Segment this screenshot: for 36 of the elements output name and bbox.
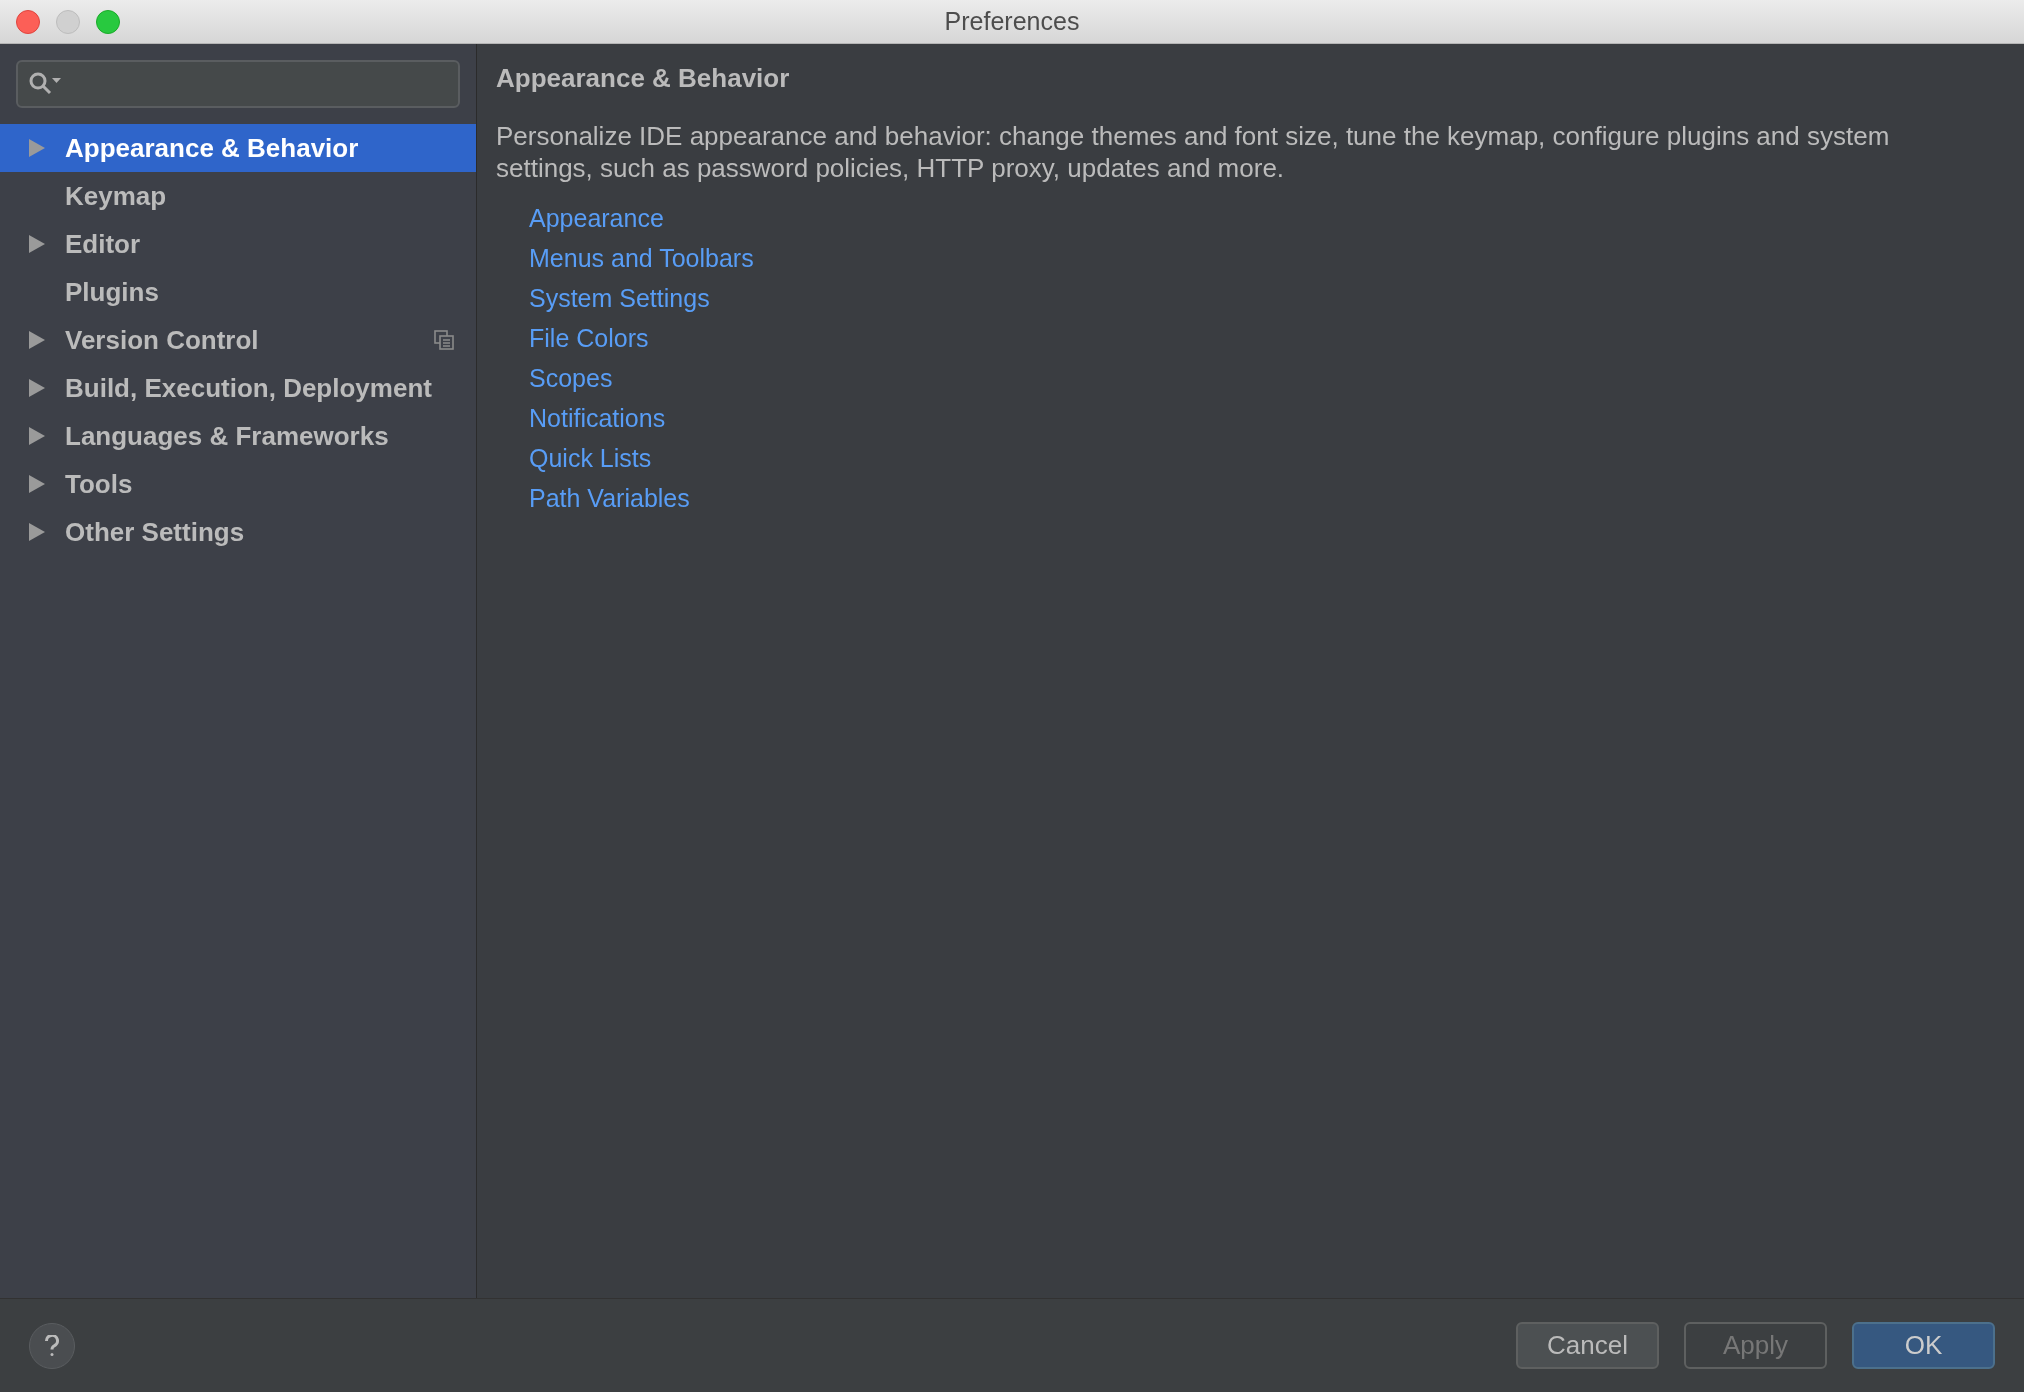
sidebar-item[interactable]: Keymap — [0, 172, 476, 220]
zoom-button[interactable] — [96, 9, 120, 34]
expand-triangle-icon[interactable] — [29, 379, 45, 397]
help-button[interactable] — [29, 1322, 75, 1369]
description-text: Personalize IDE appearance and behavior: change themes and font size, tune the keymap, configure plugins and system settings, such as password policies, HTTP proxy, updates and more. — [496, 120, 1891, 184]
expand-triangle-icon[interactable] — [29, 331, 45, 349]
copy-icon — [434, 330, 454, 350]
search-icon — [28, 71, 62, 97]
sidebar-item[interactable]: Other Settings — [0, 508, 476, 556]
sidebar-item[interactable]: Plugins — [0, 268, 476, 316]
page-heading: Appearance & Behavior — [496, 62, 791, 95]
settings-link[interactable]: Notifications — [529, 398, 666, 438]
window-title: Preferences — [944, 5, 1080, 37]
sidebar-item[interactable]: Appearance & Behavior — [0, 124, 476, 172]
expand-triangle-icon[interactable] — [29, 475, 45, 493]
sidebar-item[interactable]: Version Control — [0, 316, 476, 364]
settings-link[interactable]: Menus and Toolbars — [529, 238, 754, 278]
expand-triangle-icon[interactable] — [29, 235, 45, 253]
expand-triangle-icon[interactable] — [29, 523, 45, 541]
expand-triangle-icon[interactable] — [29, 427, 45, 445]
close-button[interactable] — [16, 9, 40, 34]
settings-link[interactable]: System Settings — [529, 278, 710, 318]
settings-link[interactable]: Path Variables — [529, 478, 690, 518]
ok-button[interactable]: OK — [1852, 1322, 1995, 1369]
sidebar-item[interactable]: Build, Execution, Deployment — [0, 364, 476, 412]
sidebar-item[interactable]: Tools — [0, 460, 476, 508]
sidebar-item[interactable]: Languages & Frameworks — [0, 412, 476, 460]
cancel-button[interactable]: Cancel — [1516, 1322, 1659, 1369]
settings-link[interactable]: Quick Lists — [529, 438, 652, 478]
sidebar-item[interactable]: Editor — [0, 220, 476, 268]
help-icon — [45, 1334, 59, 1357]
settings-link[interactable]: Appearance — [529, 198, 664, 238]
settings-link[interactable]: File Colors — [529, 318, 649, 358]
search-field[interactable] — [16, 60, 460, 108]
settings-link[interactable]: Scopes — [529, 358, 613, 398]
expand-triangle-icon[interactable] — [29, 139, 45, 157]
